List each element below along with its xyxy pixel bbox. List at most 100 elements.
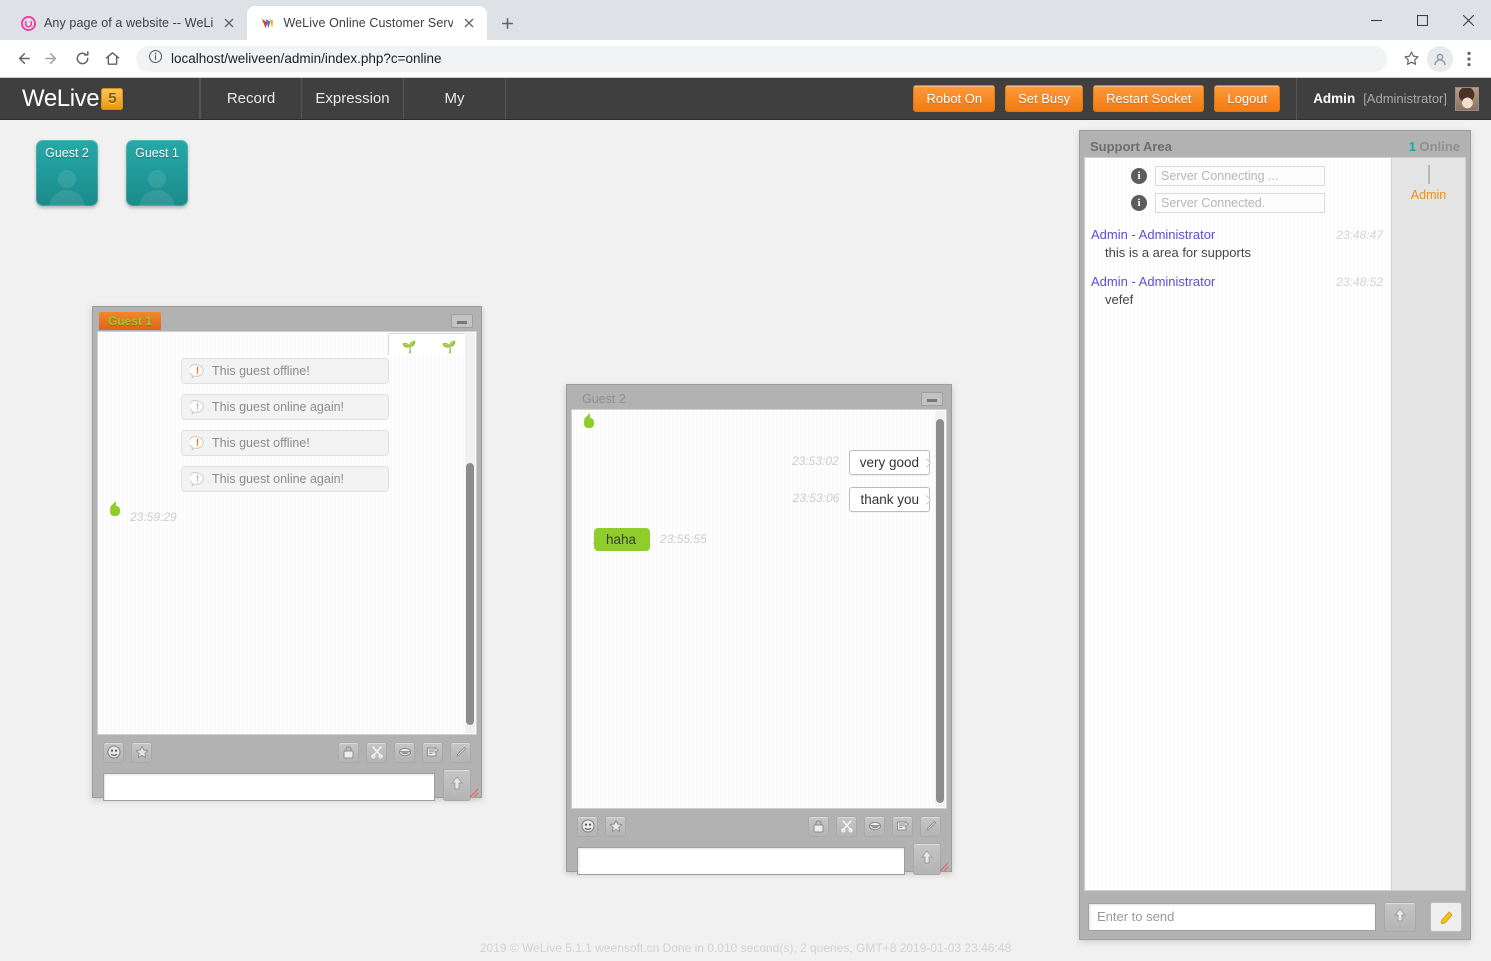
chat-input-guest-2[interactable] — [577, 847, 905, 875]
user-silhouette-icon — [44, 170, 90, 206]
system-message: This guest offline! — [181, 430, 389, 456]
nav-item-my[interactable]: My — [404, 78, 506, 119]
resize-handle[interactable] — [939, 859, 949, 872]
chat-scrollbar[interactable] — [465, 333, 475, 733]
brand-version-badge: 5 — [101, 87, 124, 110]
chat-window-title: Guest 1 — [99, 312, 162, 330]
smile-icon[interactable] — [394, 741, 415, 763]
star-icon[interactable] — [1397, 45, 1425, 73]
image-message-bubble[interactable] — [110, 501, 120, 516]
emoji-icon[interactable] — [577, 815, 598, 837]
chat-input-row-guest-1 — [97, 765, 477, 805]
pencil-icon[interactable] — [450, 741, 471, 763]
minimize-icon[interactable] — [451, 314, 473, 328]
new-tab-button[interactable] — [493, 9, 521, 37]
incoming-message-bubble[interactable]: very good — [848, 450, 932, 475]
support-message-header: Admin - Administrator 23:48:47 — [1091, 227, 1383, 242]
three-dot-menu-icon[interactable] — [1455, 45, 1483, 73]
profile-avatar-icon[interactable] — [1427, 45, 1453, 72]
back-arrow-icon[interactable] — [8, 45, 36, 73]
guest-tile-guest-2[interactable]: Guest 2 — [36, 140, 98, 206]
chat-window-titlebar[interactable]: Guest 2 — [571, 389, 947, 409]
bell-icon[interactable] — [1430, 901, 1462, 932]
incoming-message-bubble[interactable]: thank you — [849, 487, 931, 512]
lock-icon[interactable] — [808, 815, 829, 837]
close-icon[interactable] — [1445, 0, 1491, 40]
chat-scrollbar[interactable] — [935, 411, 945, 807]
chat-window-guest-2[interactable]: Guest 2 23:53:02 very good 23:53:06 than… — [566, 384, 952, 875]
info-icon: i — [1131, 168, 1147, 184]
image-message-bubble[interactable] — [584, 413, 594, 428]
maximize-icon[interactable] — [1399, 0, 1445, 40]
scissors-icon[interactable] — [366, 741, 387, 763]
chat-window-guest-1[interactable]: Guest 1 🌱 🌱 This guest offline! This gue… — [92, 306, 482, 801]
chat-scrollbar-thumb — [466, 463, 474, 725]
support-message-text: this is a area for supports — [1105, 245, 1251, 260]
message-timestamp: 23:59:29 — [130, 510, 177, 524]
scissors-icon[interactable] — [836, 815, 857, 837]
support-area-panel: Support Area 1 Online i Server Connectin… — [1079, 130, 1471, 940]
close-icon[interactable] — [221, 15, 237, 31]
current-user-role: [Administrator] — [1363, 91, 1447, 106]
chat-log-guest-1: 🌱 🌱 This guest offline! This guest onlin… — [97, 331, 477, 735]
user-silhouette-icon — [134, 170, 180, 206]
send-button[interactable] — [443, 769, 471, 801]
reload-icon[interactable] — [68, 45, 96, 73]
favorite-star-icon[interactable] — [605, 815, 626, 837]
logout-button[interactable]: Logout — [1214, 85, 1281, 112]
avatar[interactable] — [1455, 86, 1479, 111]
nav-actions: Robot On Set Busy Restart Socket Logout … — [913, 77, 1491, 120]
minimize-icon[interactable] — [1353, 0, 1399, 40]
browser-tab-1-title: Any page of a website -- WeLi — [44, 16, 214, 30]
avatar[interactable] — [1427, 165, 1430, 184]
support-input[interactable]: Enter to send — [1088, 902, 1376, 931]
close-icon[interactable] — [461, 15, 477, 31]
support-system-message: i Server Connecting ... — [1131, 166, 1383, 186]
support-user-list: Admin — [1391, 158, 1465, 890]
app-navbar: WeLive 5 Record Expression My Robot On Se… — [0, 77, 1491, 120]
browser-tab-2[interactable]: WeLive Online Customer Servi — [247, 6, 488, 40]
smile-icon[interactable] — [864, 815, 885, 837]
browser-tab-2-title: WeLive Online Customer Servi — [283, 16, 454, 30]
lock-icon[interactable] — [338, 741, 359, 763]
screenshot-icon[interactable] — [892, 815, 913, 837]
system-message-text: This guest online again! — [212, 472, 345, 486]
online-count-label: Online — [1419, 138, 1460, 154]
nav-item-record[interactable]: Record — [200, 78, 302, 119]
minimize-icon[interactable] — [921, 392, 943, 406]
restart-socket-button[interactable]: Restart Socket — [1093, 85, 1205, 112]
support-message-time: 23:48:47 — [1336, 228, 1383, 242]
nav-item-expression[interactable]: Expression — [302, 78, 404, 119]
browser-tab-1[interactable]: Any page of a website -- WeLi — [8, 6, 247, 40]
nav-menu: Record Expression My — [200, 78, 506, 119]
resize-handle[interactable] — [469, 785, 479, 798]
support-message-header: Admin - Administrator 23:48:52 — [1091, 274, 1383, 289]
send-button[interactable] — [913, 843, 941, 875]
chat-window-titlebar[interactable]: Guest 1 — [97, 311, 477, 331]
set-busy-button[interactable]: Set Busy — [1005, 85, 1084, 112]
chat-toolbar-guest-2 — [571, 809, 947, 839]
robot-on-button[interactable]: Robot On — [913, 85, 996, 112]
chat-input-guest-1[interactable] — [103, 773, 435, 801]
address-bar[interactable]: localhost/weliveen/admin/index.php?c=onl… — [136, 45, 1387, 72]
home-icon[interactable] — [98, 45, 126, 73]
guest-tile-guest-1[interactable]: Guest 1 — [126, 140, 188, 206]
site-info-icon[interactable] — [148, 49, 163, 69]
forward-arrow-icon[interactable] — [38, 45, 66, 73]
support-message-time: 23:48:52 — [1336, 275, 1383, 289]
online-count-number: 1 — [1408, 138, 1416, 154]
message-timestamp: 23:53:06 — [792, 491, 840, 505]
message-timestamp: 23:53:02 — [791, 454, 839, 468]
app-logo[interactable]: WeLive 5 — [0, 78, 200, 119]
current-user[interactable]: Admin [Administrator] — [1296, 77, 1479, 120]
online-count-badge: 1 Online — [1409, 139, 1460, 154]
welive-pink-icon — [20, 15, 36, 31]
screenshot-icon[interactable] — [422, 741, 443, 763]
support-user-admin[interactable]: Admin — [1392, 165, 1465, 202]
pencil-icon[interactable] — [920, 815, 941, 837]
favorite-star-icon[interactable] — [131, 741, 152, 763]
emoji-icon[interactable] — [103, 741, 124, 763]
support-send-button[interactable] — [1384, 901, 1416, 932]
outgoing-message-bubble[interactable]: haha — [592, 528, 651, 551]
support-system-message-text: Server Connecting ... — [1155, 166, 1325, 186]
